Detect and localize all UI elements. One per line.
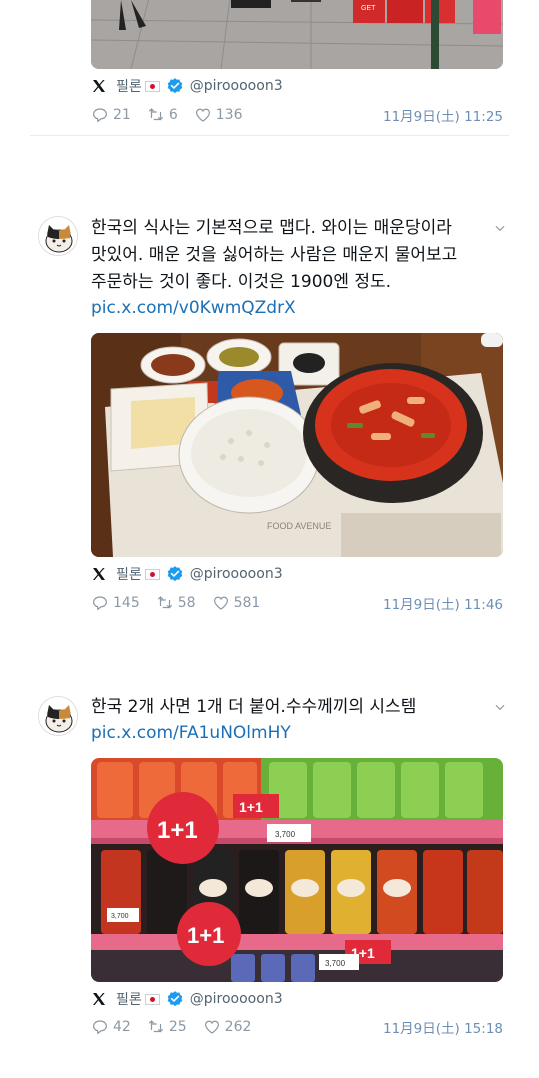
tweet-1-image[interactable]: GET: [91, 0, 503, 69]
verified-badge-icon: [167, 566, 183, 582]
divider: [30, 135, 509, 136]
author-name[interactable]: 필론: [116, 564, 142, 584]
price-tag: 3,700: [275, 830, 296, 839]
like-icon: [204, 1020, 219, 1034]
tweet-1-stats: 21 6 136 11月9日(土) 11:25: [91, 104, 503, 126]
promo-sign: 1+1: [157, 817, 198, 844]
price-tag: 3,700: [111, 913, 129, 920]
japan-flag-icon: [144, 993, 160, 1005]
tray-logo-text: FOOD AVENUE: [267, 521, 331, 531]
tweet-3-attribution: 필론 @pirooooon3: [91, 989, 283, 1009]
author-name[interactable]: 필론: [116, 989, 142, 1009]
verified-badge-icon: [167, 78, 183, 94]
like-icon: [195, 108, 210, 122]
tweet-timestamp[interactable]: 11月9日(土) 15:18: [383, 1017, 503, 1037]
x-logo-icon: [93, 568, 105, 580]
x-logo-icon: [93, 80, 105, 92]
reply-count[interactable]: 145: [91, 594, 140, 612]
verified-badge-icon: [167, 991, 183, 1007]
price-tag: 3,700: [325, 959, 346, 968]
avatar[interactable]: [38, 696, 78, 736]
author-handle[interactable]: @pirooooon3: [190, 78, 283, 94]
tweet-3-media-link[interactable]: pic.x.com/FA1uNOlmHY: [91, 723, 291, 743]
reply-icon: [93, 108, 107, 122]
tweet-2-attribution: 필론 @pirooooon3: [91, 564, 283, 584]
author-handle[interactable]: @pirooooon3: [190, 566, 283, 582]
tweet-2-media-link[interactable]: pic.x.com/v0KwmQZdrX: [91, 298, 296, 318]
promo-sign: 1+1: [187, 923, 224, 948]
tweet-2-text: 한국의 식사는 기본적으로 맵다. 와이는 매운당이라 맛있어. 매운 것을 싫…: [91, 218, 458, 292]
tweet-3-store-photo[interactable]: 1+1 1+1 1+1 1+1 3,700 3,700 3,700: [91, 758, 503, 982]
tweet-1-attribution: 필론 @pirooooon3: [91, 76, 283, 96]
reply-icon: [93, 596, 107, 610]
like-icon: [213, 596, 228, 610]
retweet-icon: [148, 108, 164, 121]
tweet-3-text: 한국 2개 사면 1개 더 붙어.수수께끼의 시스템: [91, 697, 417, 717]
tweet-2-food-photo[interactable]: FOOD AVENUE: [91, 333, 503, 557]
reply-count[interactable]: 42: [91, 1018, 131, 1036]
japan-flag-icon: [144, 568, 160, 580]
retweet-icon: [148, 1020, 164, 1033]
tweet-timestamp[interactable]: 11月9日(土) 11:25: [383, 105, 503, 125]
retweet-count[interactable]: 6: [147, 106, 178, 124]
avatar[interactable]: [38, 216, 78, 256]
author-name[interactable]: 필론: [116, 76, 142, 96]
tweet-3-stats: 42 25 262 11月9日(土) 15:18: [91, 1016, 503, 1038]
svg-text:GET: GET: [361, 5, 376, 12]
promo-sign: 1+1: [239, 799, 263, 815]
like-count[interactable]: 262: [203, 1018, 251, 1036]
japan-flag-icon: [144, 80, 160, 92]
reply-icon: [93, 1020, 107, 1034]
like-count[interactable]: 581: [212, 594, 260, 612]
reply-count[interactable]: 21: [91, 106, 131, 124]
retweet-count[interactable]: 58: [156, 594, 196, 612]
author-handle[interactable]: @pirooooon3: [190, 991, 283, 1007]
tweet-2-stats: 145 58 581 11月9日(土) 11:46: [91, 592, 503, 614]
retweet-icon: [157, 596, 172, 609]
tweet-timestamp[interactable]: 11月9日(土) 11:46: [383, 593, 503, 613]
retweet-count[interactable]: 25: [147, 1018, 187, 1036]
like-count[interactable]: 136: [194, 106, 242, 124]
x-logo-icon: [93, 993, 105, 1005]
